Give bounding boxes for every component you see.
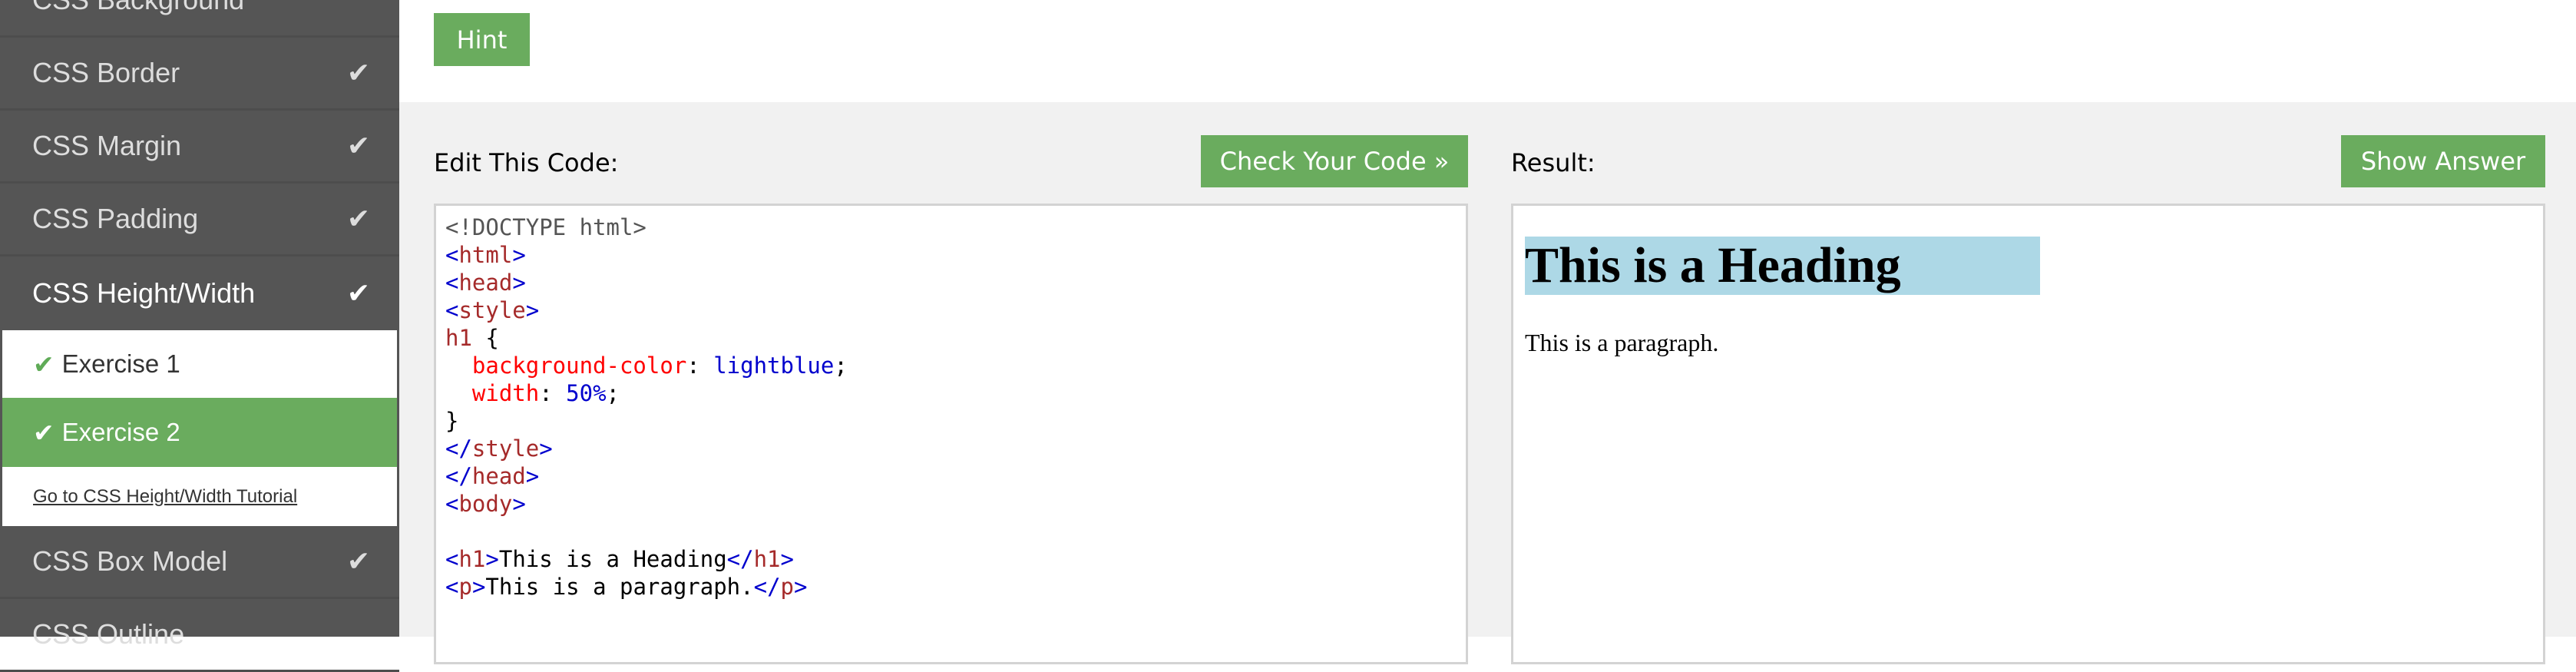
sidebar-item-css-height-width[interactable]: CSS Height/Width ✔ [0,257,399,329]
code-text[interactable]: <!DOCTYPE html> <html> <head> <style> h1… [436,206,1466,608]
sidebar-item-css-outline[interactable]: CSS Outline [0,599,399,672]
tutorial-link-row: Go to CSS Height/Width Tutorial [2,467,397,526]
check-icon: ✔ [346,545,370,577]
code-editor[interactable]: <!DOCTYPE html> <html> <head> <style> h1… [434,204,1468,664]
sidebar-item-css-padding[interactable]: CSS Padding ✔ [0,184,399,257]
sidebar-item-label: CSS Box Model [32,545,228,577]
exercise-label: Exercise 2 [61,418,180,446]
exercise-1-link[interactable]: ✔ Exercise 1 [2,330,397,398]
check-icon: ✔ [346,57,370,88]
result-label: Result: [1511,148,1596,177]
sidebar: CSS Background CSS Border ✔ CSS Margin ✔ C… [0,0,399,672]
exercise-2-link[interactable]: ✔ Exercise 2 [2,398,397,467]
tutorial-link[interactable]: Go to CSS Height/Width Tutorial [33,486,297,508]
show-answer-button[interactable]: Show Answer [2341,135,2545,187]
sidebar-item-label: CSS Height/Width [32,276,256,309]
hint-button[interactable]: Hint [434,13,530,66]
result-heading: This is a Heading [1525,237,2040,295]
check-icon: ✔ [33,418,55,447]
sidebar-item-label: CSS Outline [32,618,185,650]
check-icon: ✔ [33,349,55,379]
sidebar-item-label: CSS Padding [32,203,199,234]
sidebar-item-css-box-model[interactable]: CSS Box Model ✔ [0,526,399,599]
top-bar [399,0,2576,102]
sidebar-item-css-margin[interactable]: CSS Margin ✔ [0,111,399,184]
sidebar-item-css-background[interactable]: CSS Background [0,0,399,38]
result-paragraph: This is a paragraph. [1525,329,1719,356]
sidebar-item-css-border[interactable]: CSS Border ✔ [0,38,399,111]
check-icon: ✔ [346,203,370,234]
result-frame: This is a Heading This is a paragraph. [1511,204,2545,664]
exercise-label: Exercise 1 [61,349,180,378]
check-code-button[interactable]: Check Your Code » [1201,135,1468,187]
sidebar-item-label: CSS Background [32,0,244,16]
editor-label: Edit This Code: [434,148,619,177]
sidebar-item-label: CSS Margin [32,130,182,161]
check-icon: ✔ [346,276,370,309]
check-icon: ✔ [346,130,370,161]
sidebar-item-label: CSS Border [32,57,180,88]
